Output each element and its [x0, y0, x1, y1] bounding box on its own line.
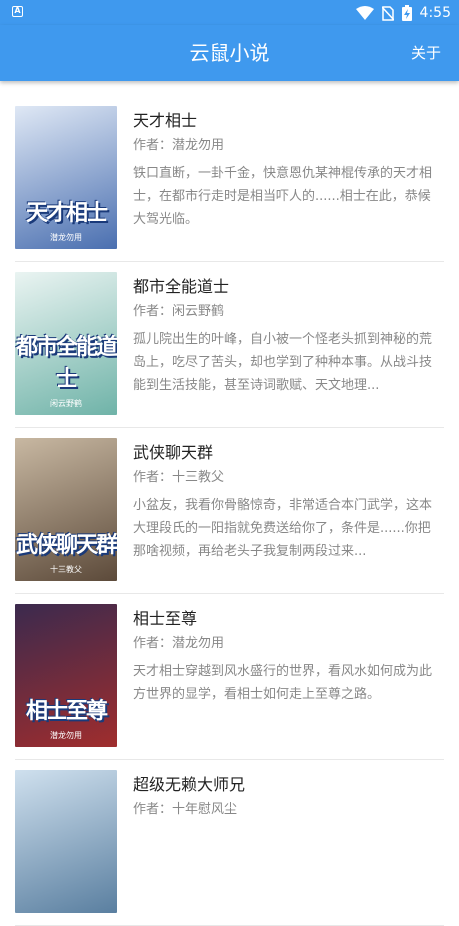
- book-author: 作者：潜龙勿用: [133, 138, 225, 153]
- cover-author-text: 十三教父: [50, 565, 82, 574]
- book-author: 作者：潜龙勿用: [133, 636, 225, 651]
- book-description: 铁口直断，一卦千金，快意恩仇某神棍传承的天才相士，在都市行走时是相当吓人的...…: [133, 166, 433, 227]
- clock: 4:55: [419, 5, 451, 21]
- book-cover-image: 都市全能道士闲云野鹤: [15, 272, 117, 415]
- book-list-item[interactable]: 超级无赖大师兄作者：十年慰风尘: [15, 760, 444, 926]
- book-list: 天才相士 潜龙勿用 天才相士 作者：潜龙勿用 铁口直断，一卦千金，快意恩仇某神棍传承的天…: [0, 96, 459, 926]
- wifi-icon: [355, 6, 374, 20]
- book-cover-image: 武侠聊天群 十三教父: [15, 438, 117, 581]
- book-description: 小盆友，我看你骨骼惊奇，非常适合本门武学，这本大理段氏的一阳指就免费送给你了，条…: [133, 498, 433, 559]
- cover-title-text: 相士至尊: [25, 698, 108, 724]
- battery-charging-icon: [401, 5, 412, 21]
- app-notification-icon: A: [12, 6, 23, 17]
- book-author: 作者：十三教父: [133, 470, 225, 485]
- book-title: 都市全能道士: [133, 277, 230, 296]
- no-sim-icon: [381, 5, 394, 21]
- cover-title-text: 天才相士: [25, 200, 108, 226]
- book-title: 天才相士: [133, 111, 198, 130]
- book-list-item[interactable]: 都市全能道士 闲云野鹤 都市全能道士 作者：闲云野鹤 孤儿院出生的叶峰，自小被一个怪老头…: [15, 262, 444, 428]
- book-author: 作者：十年慰风尘: [133, 802, 238, 817]
- book-list-item[interactable]: 天才相士 潜龙勿用 天才相士 作者：潜龙勿用 铁口直断，一卦千金，快意恩仇某神棍传承的天…: [15, 96, 444, 262]
- book-title: 相士至尊: [133, 609, 198, 628]
- cover-author-text: 潜龙勿用: [50, 731, 82, 740]
- book-description: 天才相士穿越到风水盛行的世界，看风水如何成为此方世界的显学，看相士如何走上至尊之…: [133, 664, 433, 702]
- cover-title-text: 都市全能道士: [15, 334, 117, 392]
- app-bar: 云鼠小说 关于: [0, 25, 459, 81]
- book-description: 孤儿院出生的叶峰，自小被一个怪老头抓到神秘的荒岛上，吃尽了苦头，却也学到了种种本…: [133, 332, 433, 393]
- book-list-item[interactable]: 武侠聊天群 十三教父 武侠聊天群 作者：十三教父 小盆友，我看你骨骼惊奇，非常适合本门武…: [15, 428, 444, 594]
- cover-author-text: 闲云野鹤: [50, 399, 82, 408]
- about-button[interactable]: 关于: [411, 43, 441, 63]
- cover-title-text: 武侠聊天群: [15, 532, 117, 558]
- book-cover-image: 相士至尊 潜龙勿用: [15, 604, 117, 747]
- book-author: 作者：闲云野鹤: [133, 304, 225, 319]
- app-title: 云鼠小说: [189, 41, 270, 65]
- status-icons: 4:55: [355, 3, 451, 23]
- book-title: 超级无赖大师兄: [133, 775, 246, 794]
- cover-author-text: 潜龙勿用: [50, 233, 82, 242]
- book-cover-image: 天才相士 潜龙勿用: [15, 106, 117, 249]
- status-bar: A 4:55: [0, 0, 459, 25]
- book-list-item[interactable]: 相士至尊 潜龙勿用 相士至尊 作者：潜龙勿用 天才相士穿越到风水盛行的世界，看风水如何成…: [15, 594, 444, 760]
- book-title: 武侠聊天群: [133, 443, 214, 462]
- book-cover-image: [15, 770, 117, 913]
